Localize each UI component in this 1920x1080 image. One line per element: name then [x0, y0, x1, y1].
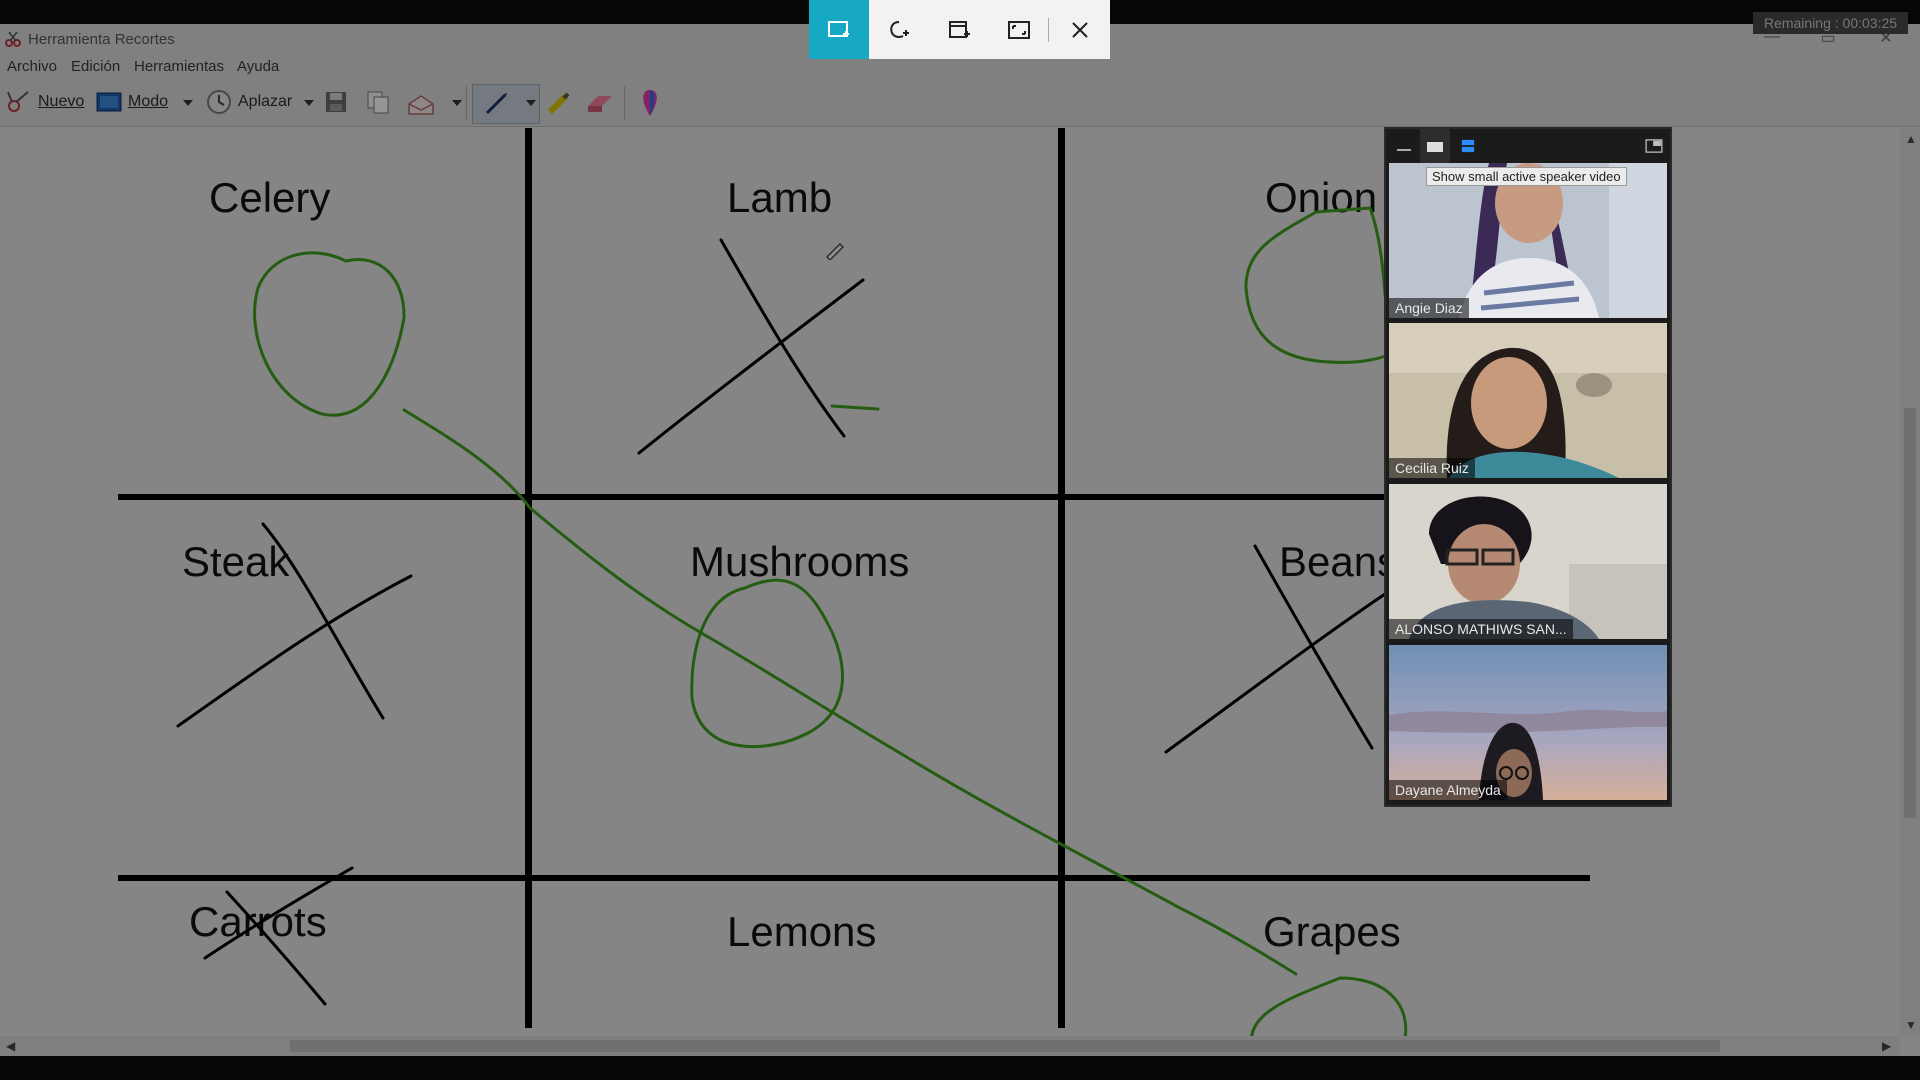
participant-video — [1389, 484, 1667, 639]
rectangular-snip-button[interactable] — [809, 0, 869, 59]
clock-icon — [207, 90, 231, 114]
menu-archivo[interactable]: Archivo — [7, 58, 57, 75]
rectangular-snip-icon — [828, 20, 849, 37]
fullscreen-snip-button[interactable] — [989, 0, 1049, 59]
menu-herramientas[interactable]: Herramientas — [134, 58, 224, 75]
snip-bar-separator — [1048, 18, 1049, 42]
new-snip-icon — [7, 91, 29, 112]
fullscreen-snip-icon — [1008, 20, 1030, 39]
new-button[interactable]: Nuevo — [6, 88, 84, 116]
ink-cross-beans — [1164, 592, 1387, 754]
pen-dropdown-icon[interactable] — [526, 100, 536, 106]
delay-button[interactable]: Aplazar — [206, 88, 292, 116]
paint-3d-icon[interactable] — [638, 88, 662, 118]
snip-mode-bar — [809, 0, 1110, 59]
window-title: Herramienta Recortes — [28, 31, 175, 48]
pen-icon — [485, 93, 507, 115]
exit-minimized-icon[interactable] — [1644, 139, 1664, 153]
remaining-timer: Remaining : 00:03:25 — [1753, 12, 1908, 34]
eraser-icon[interactable] — [586, 92, 614, 114]
vertical-scrollbar[interactable]: ▲ ▼ — [1900, 128, 1920, 1036]
video-tile[interactable]: Angie Diaz — [1389, 163, 1667, 318]
ink-cross-carrots — [225, 890, 327, 1006]
video-panel: Angie Diaz Cecilia Ruiz ALONSO MATHIWS S… — [1384, 127, 1672, 807]
participant-video — [1389, 645, 1667, 800]
highlighter-icon[interactable] — [546, 90, 572, 116]
participant-name: Cecilia Ruiz — [1389, 458, 1475, 478]
freeform-snip-button[interactable] — [869, 0, 929, 59]
ink-circle-mushrooms — [690, 578, 844, 749]
gallery-strip-icon[interactable] — [1460, 139, 1476, 153]
close-icon — [1072, 21, 1088, 38]
window-snip-button[interactable] — [929, 0, 989, 59]
video-panel-header — [1386, 129, 1670, 163]
screen: Herramienta Recortes — ▭ ✕ Archivo Edici… — [0, 0, 1920, 1080]
participant-name: Angie Diaz — [1389, 298, 1469, 318]
menu-ayuda[interactable]: Ayuda — [237, 58, 279, 75]
ink-cross-steak — [261, 522, 385, 720]
menu-edicion[interactable]: Edición — [71, 58, 120, 75]
scroll-down-icon[interactable]: ▼ — [1905, 1018, 1917, 1032]
freeform-snip-icon — [890, 20, 909, 38]
toolbar: Nuevo Modo Aplazar — [0, 78, 1920, 127]
single-video-icon — [1427, 142, 1443, 152]
horizontal-scroll-thumb[interactable] — [290, 1040, 1720, 1052]
participant-video — [1389, 323, 1667, 478]
ink-circle-grapes — [1250, 976, 1408, 1036]
close-snip-button[interactable] — [1050, 0, 1110, 59]
pen-cursor-icon — [826, 243, 844, 260]
ink-cross-steak — [176, 574, 413, 728]
mode-button[interactable]: Modo — [96, 88, 168, 116]
window-snip-icon — [949, 20, 970, 38]
vertical-scroll-thumb[interactable] — [1904, 408, 1916, 818]
send-snip-icon[interactable] — [406, 90, 436, 116]
mode-button-label: Modo — [128, 93, 169, 110]
ink-diagonal-line — [402, 408, 1298, 976]
mode-icon — [96, 92, 122, 112]
save-icon[interactable] — [324, 90, 348, 114]
tooltip: Show small active speaker video — [1426, 167, 1627, 186]
copy-icon[interactable] — [366, 90, 390, 114]
ink-cross-lamb — [637, 278, 865, 455]
video-tile[interactable]: ALONSO MATHIWS SAN... — [1389, 484, 1667, 639]
ink-cross-lamb — [719, 238, 846, 438]
scissors-app-icon — [5, 31, 21, 47]
scroll-right-icon[interactable]: ▶ — [1882, 1039, 1891, 1053]
send-dropdown-icon[interactable] — [452, 100, 462, 106]
scroll-up-icon[interactable]: ▲ — [1905, 132, 1917, 146]
ink-cross-carrots — [203, 866, 354, 960]
participant-video — [1389, 163, 1667, 318]
scroll-left-icon[interactable]: ◀ — [6, 1039, 15, 1053]
mode-dropdown-icon[interactable] — [183, 100, 193, 106]
participant-name: ALONSO MATHIWS SAN... — [1389, 619, 1573, 639]
minimize-video-icon[interactable] — [1396, 139, 1412, 153]
ink-cross-beans — [1253, 544, 1374, 750]
toolbar-separator — [466, 86, 467, 120]
horizontal-scrollbar[interactable]: ◀ ▶ — [0, 1036, 1900, 1056]
toolbar-separator — [624, 86, 625, 120]
participant-name: Dayane Almeyda — [1389, 780, 1507, 800]
ink-dash-lamb — [830, 404, 880, 411]
delay-button-label: Aplazar — [238, 93, 293, 110]
ink-circle-celery — [253, 251, 406, 417]
ink-circle-onion — [1244, 206, 1392, 364]
delay-dropdown-icon[interactable] — [304, 100, 314, 106]
video-tile[interactable]: Cecilia Ruiz — [1389, 323, 1667, 478]
video-tile[interactable]: Dayane Almeyda — [1389, 645, 1667, 800]
new-button-label: Nuevo — [38, 93, 85, 110]
